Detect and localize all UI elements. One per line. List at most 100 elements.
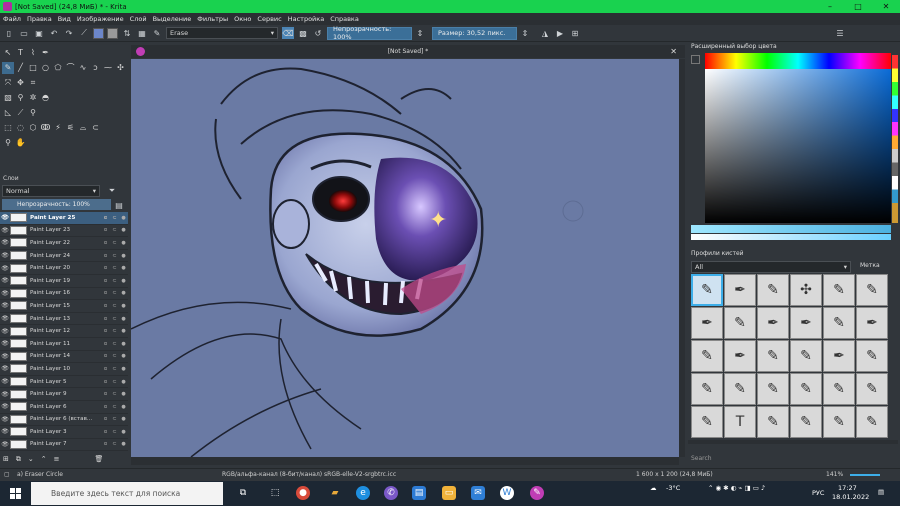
layer-row[interactable]: 👁 Paint Layer 5 α ⊂ ● xyxy=(0,376,128,389)
inherit-alpha-icon[interactable]: ⊂ xyxy=(110,227,119,233)
alpha-lock-icon[interactable]: α xyxy=(101,240,110,246)
inherit-alpha-icon[interactable]: ⊂ xyxy=(110,215,119,221)
liner-preset-icon[interactable]: ✒ xyxy=(823,340,855,372)
visibility-eye-icon[interactable]: 👁 xyxy=(0,302,10,309)
polygon-tool-icon[interactable]: ⬠ xyxy=(52,62,64,74)
layer-row[interactable]: 👁 Paint Layer 6 (встав... α ⊂ ● xyxy=(0,414,128,427)
bezier-tool-icon[interactable]: ∿ xyxy=(77,62,89,74)
layer-row[interactable]: 👁 Paint Layer 10 α ⊂ ● xyxy=(0,363,128,376)
gradient-tool-icon[interactable]: ▧ xyxy=(2,92,14,104)
paint-preset-icon[interactable]: ✎ xyxy=(790,340,822,372)
alpha-lock-icon[interactable]: α xyxy=(101,278,110,284)
add-layer-icon[interactable]: ⊞ xyxy=(3,455,9,463)
windows-start-icon[interactable] xyxy=(10,488,21,499)
inherit-alpha-icon[interactable]: ⊂ xyxy=(110,316,119,322)
eraser-mode-icon[interactable]: ⌫ xyxy=(282,27,294,39)
oil-preset-icon[interactable]: ✎ xyxy=(823,406,855,438)
hue-ring[interactable] xyxy=(705,53,891,69)
layer-row[interactable]: 👁 Paint Layer 12 α ⊂ ● xyxy=(0,325,128,338)
visibility-eye-icon[interactable]: 👁 xyxy=(0,416,10,423)
polygon-select-icon[interactable]: ⬡ xyxy=(27,122,39,134)
pencil-preset-icon[interactable]: ✎ xyxy=(823,307,855,339)
notifications-icon[interactable]: ▤ xyxy=(878,488,884,496)
new-document-icon[interactable]: ▯ xyxy=(3,27,15,39)
alpha-lock-icon[interactable]: ▩ xyxy=(297,27,309,39)
minimize-button[interactable]: – xyxy=(816,2,844,11)
mail-icon[interactable]: ✉ xyxy=(471,486,485,500)
pattern-icon[interactable]: ▦ xyxy=(136,27,148,39)
select-shapes-icon[interactable]: ↖ xyxy=(2,47,14,59)
visibility-eye-icon[interactable]: 👁 xyxy=(0,441,10,448)
layer-row[interactable]: 👁 Paint Layer 6 α ⊂ ● xyxy=(0,401,128,414)
visibility-eye-icon[interactable]: 👁 xyxy=(0,315,10,322)
gradient-icon[interactable]: ⟋ xyxy=(78,27,90,39)
krita-taskbar-icon[interactable]: ✎ xyxy=(530,486,544,500)
tray-icons[interactable]: ⌃ ◉ ✱ ◐ ⌁ ◨ ▭ ♪ xyxy=(708,484,765,492)
redo-icon[interactable]: ↷ xyxy=(63,27,75,39)
close-window-button[interactable]: ✕ xyxy=(872,2,900,11)
marker-preset-icon[interactable]: ✒ xyxy=(757,307,789,339)
layer-lock-icon[interactable]: ● xyxy=(119,265,128,271)
line-tool-icon[interactable]: ╱ xyxy=(15,62,27,74)
preset-filter-combo[interactable]: All ▾ xyxy=(691,261,851,273)
inherit-alpha-icon[interactable]: ⊂ xyxy=(110,441,119,447)
store-icon[interactable]: ▤ xyxy=(412,486,426,500)
maximize-button[interactable]: □ xyxy=(844,2,872,11)
chrome-icon[interactable]: ● xyxy=(296,486,310,500)
inherit-alpha-icon[interactable]: ⊂ xyxy=(110,391,119,397)
visibility-eye-icon[interactable]: 👁 xyxy=(0,391,10,398)
alpha-lock-icon[interactable]: α xyxy=(101,341,110,347)
weather-icon[interactable]: ☁ xyxy=(650,484,657,492)
chalk-preset-icon[interactable]: ✎ xyxy=(691,406,723,438)
layer-lock-icon[interactable]: ● xyxy=(119,227,128,233)
text-tool-icon[interactable]: T xyxy=(15,47,27,59)
alpha-lock-icon[interactable]: α xyxy=(101,290,110,296)
zoom-tool-icon[interactable]: ⚲ xyxy=(2,137,14,149)
ellipse-tool-icon[interactable]: ○ xyxy=(40,62,52,74)
menu-settings[interactable]: Настройка xyxy=(288,15,324,23)
open-folder-icon[interactable]: ▭ xyxy=(18,27,30,39)
visibility-eye-icon[interactable]: 👁 xyxy=(0,403,10,410)
inherit-alpha-icon[interactable]: ⊂ xyxy=(110,240,119,246)
technical-pen-preset-icon[interactable]: ✒ xyxy=(856,307,888,339)
menu-help[interactable]: Справка xyxy=(330,15,359,23)
layer-row[interactable]: 👁 Paint Layer 11 α ⊂ ● xyxy=(0,338,128,351)
layer-lock-icon[interactable]: ● xyxy=(119,429,128,435)
layer-row[interactable]: 👁 Paint Layer 3 α ⊂ ● xyxy=(0,426,128,439)
status-zoom[interactable]: 141% xyxy=(826,471,843,478)
airbrush-preset-icon[interactable]: ✣ xyxy=(790,274,822,306)
sketch-preset-icon[interactable]: ✎ xyxy=(691,340,723,372)
move-layer-down-icon[interactable]: ⌄ xyxy=(28,455,34,463)
visibility-eye-icon[interactable]: 👁 xyxy=(0,214,10,221)
bristle-preset-icon[interactable]: ✎ xyxy=(856,373,888,405)
alpha-lock-icon[interactable]: α xyxy=(101,316,110,322)
alpha-lock-icon[interactable]: α xyxy=(101,303,110,309)
contiguous-select-icon[interactable]: ⚡ xyxy=(52,122,64,134)
layer-opacity-slider[interactable]: Непрозрачность: 100% xyxy=(2,199,111,210)
explorer-icon[interactable]: ⬚ xyxy=(268,486,282,500)
task-view-icon[interactable]: ⧉ xyxy=(236,486,250,500)
layer-row[interactable]: 👁 Paint Layer 19 α ⊂ ● xyxy=(0,275,128,288)
layer-lock-icon[interactable]: ● xyxy=(119,240,128,246)
layer-lock-icon[interactable]: ● xyxy=(119,416,128,422)
inherit-alpha-icon[interactable]: ⊂ xyxy=(110,341,119,347)
alpha-lock-icon[interactable]: α xyxy=(101,215,110,221)
document-tab[interactable]: [Not Saved] * ✕ xyxy=(131,45,685,58)
layer-lock-icon[interactable]: ● xyxy=(119,353,128,359)
freehand-select-icon[interactable]: ↂ xyxy=(40,122,52,134)
alpha-lock-icon[interactable]: α xyxy=(101,265,110,271)
pan-tool-icon[interactable]: ✋ xyxy=(15,137,27,149)
inherit-alpha-icon[interactable]: ⊂ xyxy=(110,290,119,296)
canvas-vertical-scrollbar[interactable] xyxy=(679,59,685,457)
app-icon-yellow[interactable]: ▭ xyxy=(442,486,456,500)
layer-row[interactable]: 👁 Paint Layer 9 α ⊂ ● xyxy=(0,388,128,401)
layer-row[interactable]: 👁 Paint Layer 16 α ⊂ ● xyxy=(0,288,128,301)
alpha-lock-icon[interactable]: α xyxy=(101,353,110,359)
opacity-slider[interactable]: Непрозрачность: 100% xyxy=(327,25,412,41)
preset-scrollbar[interactable] xyxy=(688,440,898,444)
layer-row[interactable]: 👁 Paint Layer 24 α ⊂ ● xyxy=(0,250,128,263)
alpha-lock-icon[interactable]: α xyxy=(101,227,110,233)
inherit-alpha-icon[interactable]: ⊂ xyxy=(110,429,119,435)
preset-search-input[interactable]: Search xyxy=(691,455,851,462)
polyline-tool-icon[interactable]: ⌒ xyxy=(65,62,77,74)
